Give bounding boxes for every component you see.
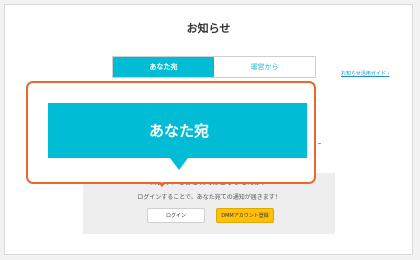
- guide-link-label: お知らせ活用ガイド: [341, 71, 386, 77]
- notification-tabs: あなた宛 運営から: [112, 56, 316, 78]
- notification-guide-link[interactable]: お知らせ活用ガイド ›: [341, 70, 390, 77]
- divider-mark: [318, 143, 321, 144]
- tab-for-you[interactable]: あなた宛: [113, 57, 214, 77]
- callout-tab-pointer: [170, 158, 188, 170]
- login-prompt-description: ログインすることで、あなた宛ての通知が届きます！: [137, 194, 281, 201]
- register-account-button[interactable]: DMMアカウント登録: [216, 208, 274, 223]
- page-title: お知らせ: [186, 22, 231, 35]
- zoom-callout: あなた宛: [26, 81, 316, 184]
- callout-pointer-fill: [154, 174, 170, 183]
- login-button[interactable]: ログイン: [147, 208, 205, 223]
- callout-tab-divider: [307, 103, 310, 158]
- chevron-right-icon: ›: [387, 71, 390, 77]
- tab-from-operator[interactable]: 運営から: [214, 57, 315, 77]
- callout-tab-for-you: あなた宛: [48, 103, 310, 158]
